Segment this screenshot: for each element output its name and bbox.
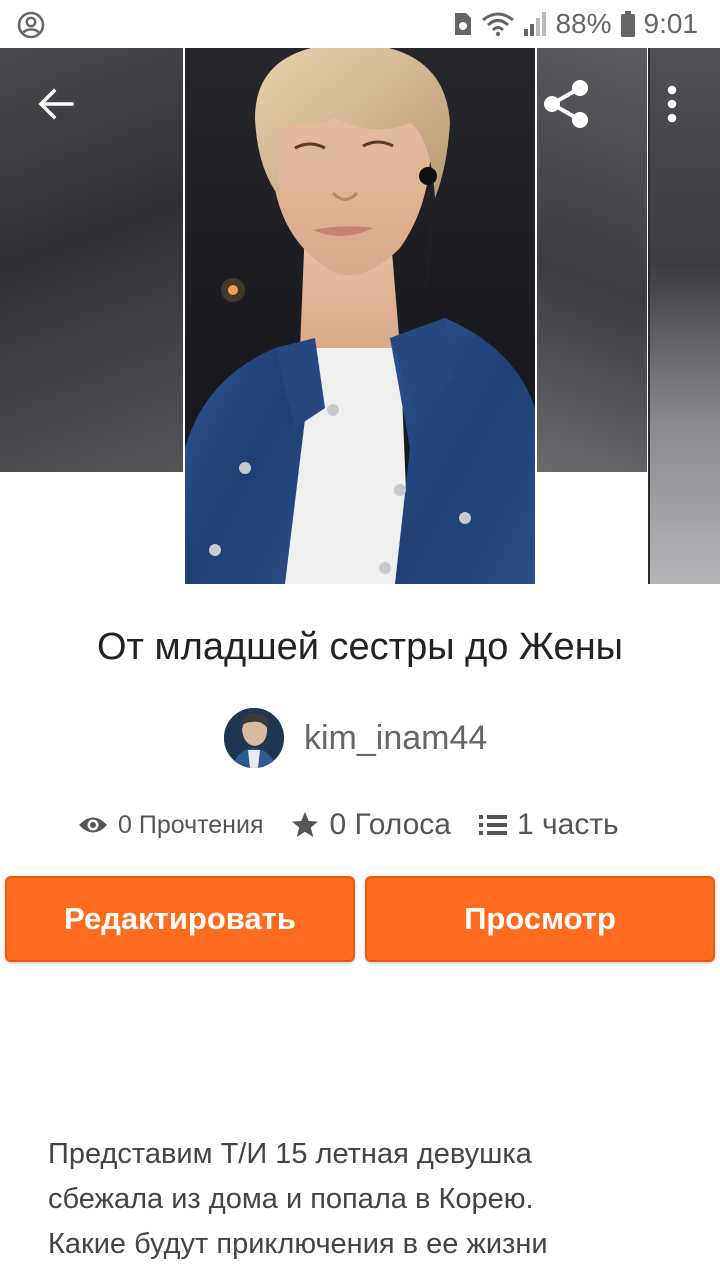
more-options-button[interactable]	[648, 76, 696, 132]
story-cover-image[interactable]	[185, 48, 535, 584]
cover-carousel[interactable]	[0, 48, 720, 584]
reads-stat: 0 Прочтения	[78, 811, 263, 840]
parts-count: 1 часть	[516, 808, 619, 841]
share-button[interactable]	[532, 72, 600, 136]
clock: 9:01	[643, 8, 699, 39]
avatar[interactable]	[224, 708, 284, 768]
author-row[interactable]: kim_inam44	[224, 708, 487, 768]
eye-icon	[78, 814, 108, 836]
battery-icon	[620, 10, 636, 38]
description-line: Какие будут приключения в ее жизни	[48, 1228, 548, 1260]
votes-count: 0 Голоса	[329, 808, 451, 841]
wifi-icon	[481, 11, 515, 37]
account-circle-icon	[16, 10, 46, 40]
parts-stat: 1 часть	[478, 808, 619, 842]
status-bar: 88% 9:01	[0, 0, 720, 48]
back-button[interactable]	[22, 78, 90, 130]
votes-stat: 0 Голоса	[291, 808, 451, 842]
signal-icon	[523, 11, 547, 37]
author-name[interactable]: kim_inam44	[304, 719, 487, 758]
share-icon	[544, 80, 588, 128]
sim-icon	[453, 11, 473, 37]
star-icon	[291, 811, 319, 839]
battery-percent: 88%	[555, 8, 612, 39]
edit-button[interactable]: Редактировать	[5, 876, 355, 962]
story-description: Представим Т/И 15 летная девушка сбежала…	[48, 1132, 608, 1267]
description-line: сбежала из дома и попала в Корею.	[48, 1183, 534, 1215]
list-icon	[478, 813, 507, 837]
back-arrow-icon	[38, 88, 74, 120]
description-line: Представим Т/И 15 летная девушка	[48, 1138, 532, 1170]
story-stats: 0 Прочтения 0 Голоса 1 часть	[78, 800, 619, 850]
reads-count: 0 Прочтения	[118, 810, 264, 839]
more-vert-icon	[667, 85, 677, 123]
story-title: От младшей сестры до Жены	[97, 626, 623, 668]
view-button[interactable]: Просмотр	[365, 876, 715, 962]
